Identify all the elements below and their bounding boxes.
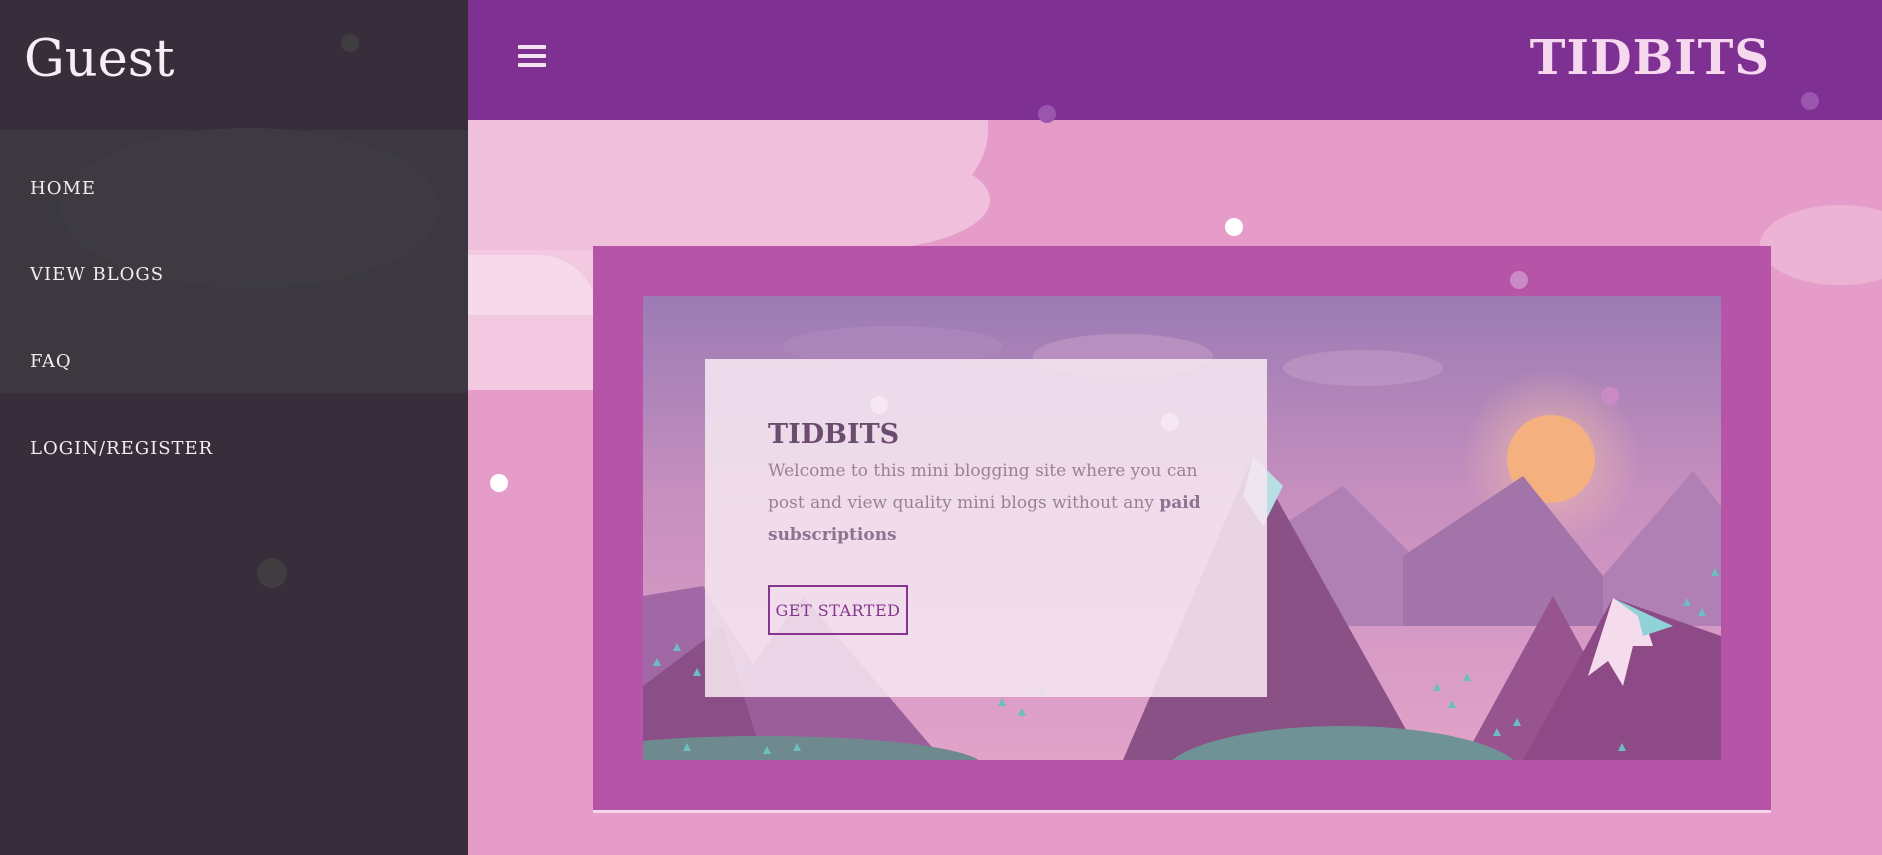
sidebar-title: Guest	[24, 30, 175, 89]
get-started-button[interactable]: GET STARTED	[768, 585, 908, 635]
background-dot	[257, 558, 287, 588]
hero-description-text: Welcome to this mini blogging site where…	[768, 461, 1198, 513]
background-dot	[1038, 105, 1056, 123]
top-bar: TIDBITS	[468, 0, 1882, 120]
brand-title: TIDBITS	[1529, 30, 1770, 86]
sidebar: Guest HOME VIEW BLOGS FAQ LOGIN/REGISTER	[0, 0, 468, 855]
background-dot	[1601, 387, 1619, 405]
hero-description: Welcome to this mini blogging site where…	[768, 455, 1208, 551]
background-dot	[490, 474, 508, 492]
hero-title: TIDBITS	[768, 419, 900, 450]
hamburger-menu-icon[interactable]	[518, 45, 546, 69]
background-dot	[1801, 92, 1819, 110]
background-cloud	[730, 150, 990, 250]
nav-view-blogs[interactable]: VIEW BLOGS	[30, 264, 164, 285]
hero-card: TIDBITS Welcome to this mini blogging si…	[705, 359, 1267, 697]
background-dot	[341, 34, 359, 52]
background-cloud	[1760, 205, 1882, 285]
nav-faq[interactable]: FAQ	[30, 351, 72, 372]
background-dot	[1510, 271, 1528, 289]
nav-login-register[interactable]: LOGIN/REGISTER	[30, 438, 213, 459]
background-dot	[1225, 218, 1243, 236]
nav-home[interactable]: HOME	[30, 178, 96, 199]
